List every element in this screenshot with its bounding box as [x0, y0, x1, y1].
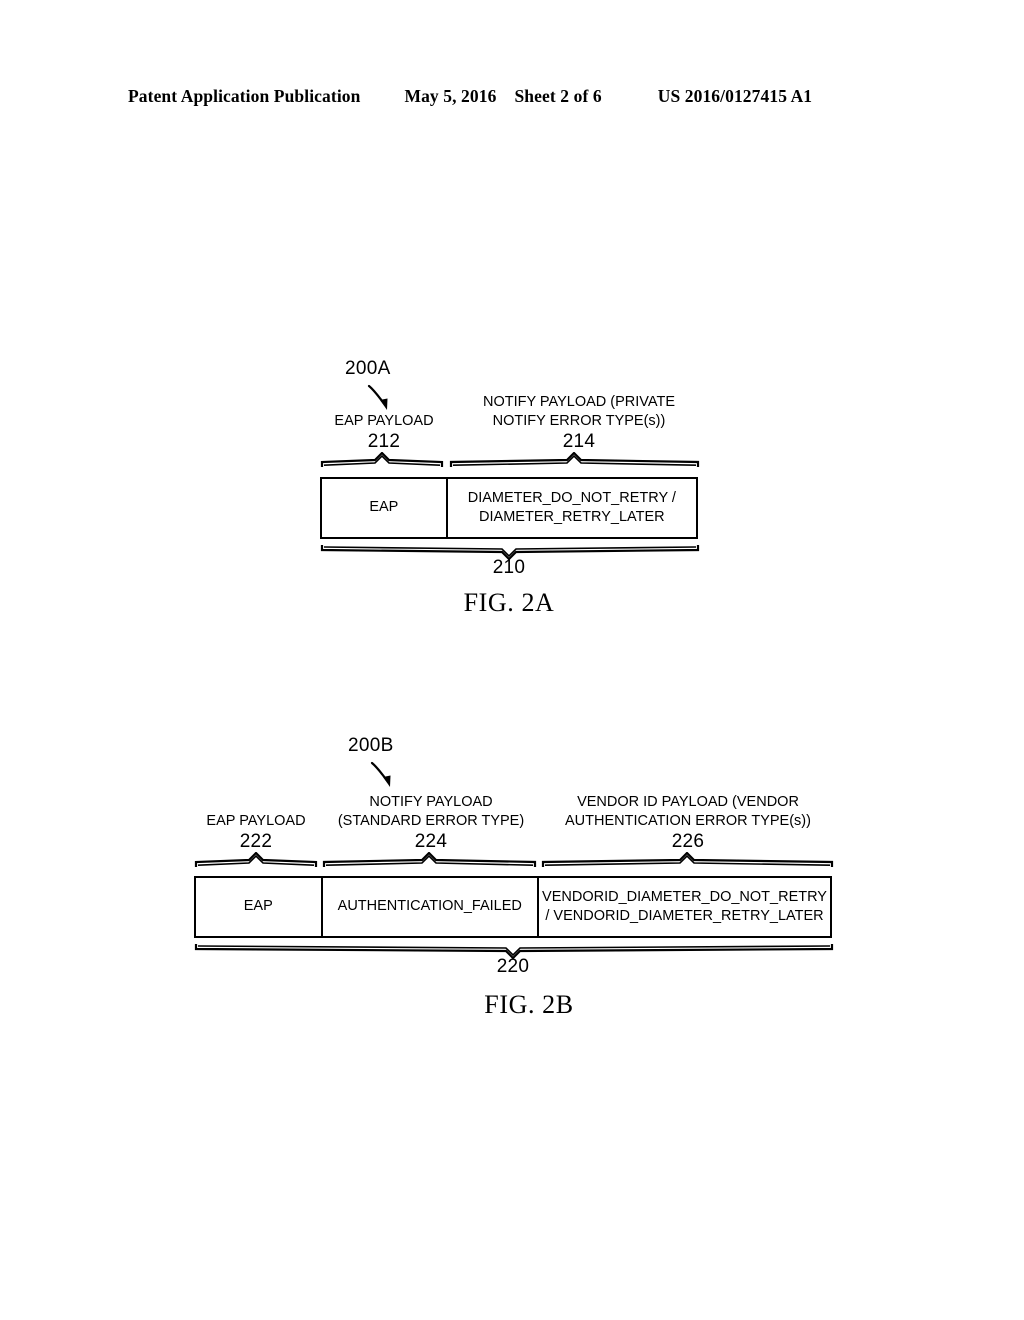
- fig2b-brace-field-2: [541, 852, 834, 868]
- fig2a-caption: FIG. 2A: [463, 588, 555, 617]
- fig2b-cell-0: EAP: [243, 898, 273, 915]
- fig2a-brace-field-0: [320, 452, 444, 468]
- fig2a-packet: EAP DIAMETER_DO_NOT_RETRY / DIAMETER_RET…: [320, 477, 701, 542]
- fig2b-field-1-number: 224: [414, 831, 448, 852]
- fig2a-brace-field-1: [449, 452, 700, 468]
- callout-200a-label: 200A: [345, 358, 391, 379]
- fig2a-cell-1: DIAMETER_DO_NOT_RETRY / DIAMETER_RETRY_L…: [445, 479, 696, 537]
- header-doc-number: US 2016/0127415 A1: [657, 86, 813, 106]
- fig2b-cell-2: VENDORID_DIAMETER_DO_NOT_RETRY / VENDORI…: [537, 878, 830, 936]
- fig2b-field-2-number: 226: [671, 831, 705, 852]
- page-header: Patent Application Publication May 5, 20…: [128, 86, 896, 107]
- callout-200b-label: 200B: [348, 735, 394, 756]
- header-sheet: Sheet 2 of 6: [514, 86, 602, 106]
- fig2b-field-1-label: NOTIFY PAYLOAD (STANDARD ERROR TYPE): [337, 794, 525, 829]
- fig2a-field-0-label: EAP PAYLOAD: [334, 413, 434, 429]
- fig2b-field-2-label: VENDOR ID PAYLOAD (VENDOR AUTHENTICATION…: [565, 794, 811, 829]
- header-publication: Patent Application Publication: [128, 86, 361, 106]
- fig2b-brace-field-0: [194, 852, 318, 868]
- fig2a-packet-ref: 210: [492, 557, 526, 578]
- fig2a-field-1-label: NOTIFY PAYLOAD (PRIVATE NOTIFY ERROR TYP…: [482, 394, 676, 429]
- fig2a-field-1-number: 214: [562, 431, 596, 452]
- fig2b-brace-field-1: [322, 852, 537, 868]
- fig2b-packet-ref: 220: [496, 956, 530, 977]
- fig2b-field-0-number: 222: [239, 831, 273, 852]
- fig2b-cell-1: AUTHENTICATION_FAILED: [320, 878, 537, 936]
- header-date: May 5, 2016: [404, 86, 497, 106]
- fig2a-field-0-number: 212: [367, 431, 401, 452]
- fig2a-cell-0: EAP: [369, 499, 399, 516]
- fig2b-field-0-label: EAP PAYLOAD: [206, 813, 306, 829]
- fig2b-caption: FIG. 2B: [484, 990, 574, 1019]
- fig2b-packet: EAP AUTHENTICATION_FAILED VENDORID_DIAME…: [194, 876, 835, 941]
